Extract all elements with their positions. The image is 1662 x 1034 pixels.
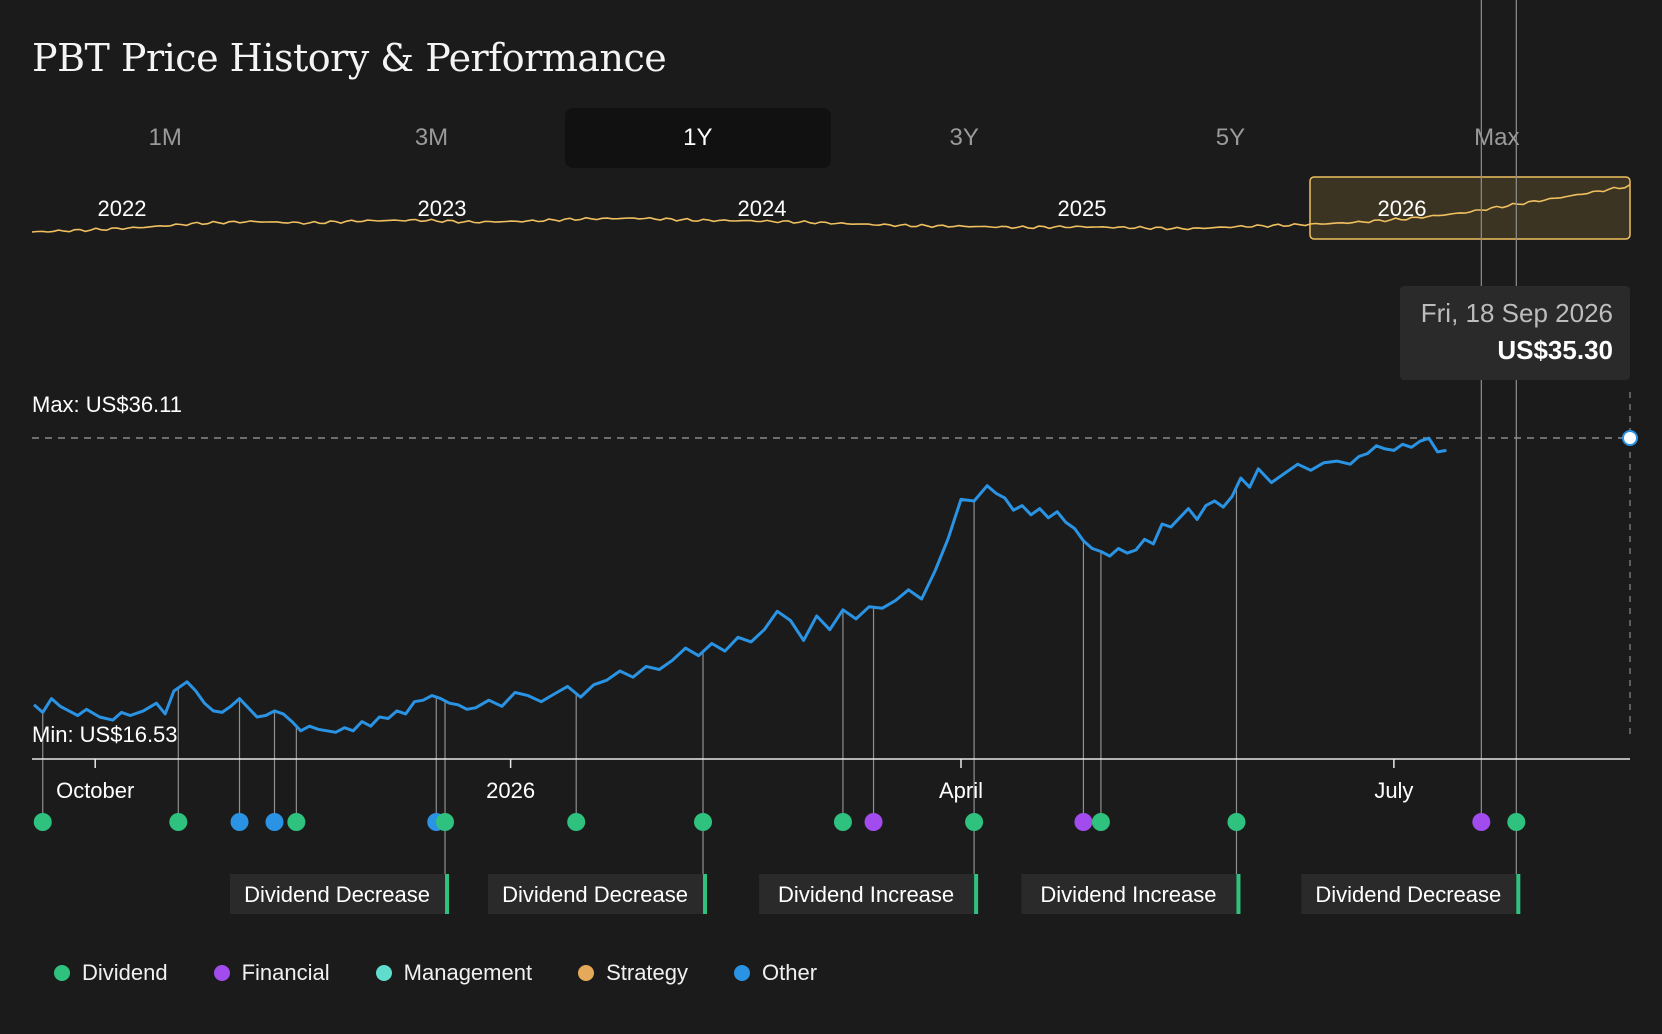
event-dot-dividend [1507,813,1526,831]
x-tick-label: July [1374,778,1413,803]
navigator-year-label: 2026 [1378,196,1427,221]
event-dot-other [265,813,284,831]
other-dot-icon [734,965,751,981]
navigator-year-label: 2025 [1058,196,1107,221]
event-label-accent [974,874,979,914]
legend-item-strategy[interactable]: Strategy [578,960,688,986]
event-label-accent [1236,874,1241,914]
navigator-year-label: 2024 [738,196,787,221]
dividend-dot-icon [54,965,70,981]
event-dot-other [230,813,249,831]
financial-dot-icon [213,965,230,981]
event-label-text: Dividend Increase [778,882,954,907]
event-label[interactable]: Dividend Decrease [488,874,708,914]
event-label[interactable]: Dividend Decrease [230,874,450,914]
event-dot-dividend [694,813,713,831]
event-label-text: Dividend Increase [1040,882,1216,907]
legend-item-dividend[interactable]: Dividend [54,960,168,986]
navigator-year-label: 2022 [98,196,147,221]
navigator-selection [1309,176,1631,240]
x-tick-label: 2026 [486,778,535,803]
event-label-text: Dividend Decrease [1315,882,1501,907]
event-label[interactable]: Dividend Increase [759,874,979,914]
strategy-dot-icon [578,965,595,981]
legend-item-management[interactable]: Management [375,960,533,986]
event-label-text: Dividend Decrease [502,882,688,907]
price-tooltip: Fri, 18 Sep 2026 US$35.30 [1400,286,1630,380]
event-label-accent [1516,874,1521,914]
event-dot-financial [1472,813,1491,831]
event-legend: Dividend Financial Management Strategy O… [54,960,863,986]
event-dot-dividend [833,813,852,831]
management-dot-icon [375,965,392,981]
tooltip-date: Fri, 18 Sep 2026 [1420,298,1613,328]
price-line [33,436,1447,734]
x-tick-label: April [939,778,983,803]
legend-label: Dividend [82,960,168,985]
legend-label: Other [762,960,818,985]
event-dot-financial [864,813,883,831]
legend-item-other[interactable]: Other [734,960,817,986]
x-tick-label: October [56,778,134,803]
legend-label: Strategy [606,960,689,985]
event-label-text: Dividend Decrease [244,882,430,907]
event-dot-financial [1074,813,1093,831]
event-dot-dividend [436,813,455,831]
event-dot-dividend [33,813,52,831]
event-label[interactable]: Dividend Decrease [1301,874,1521,914]
event-dot-dividend [287,813,306,831]
legend-item-financial[interactable]: Financial [213,960,330,986]
event-dot-dividend [169,813,188,831]
tooltip-price: US$35.30 [1497,335,1613,365]
event-label-accent [703,874,708,914]
event-dot-dividend [1227,813,1246,831]
min-price-label: Min: US$16.53 [32,722,178,747]
price-chart[interactable]: 2022 2023 2024 2025 2026 Max: US$36.11 Min: US… [0,0,1662,1034]
navigator-year-label: 2023 [418,196,467,221]
event-dot-dividend [1091,813,1110,831]
event-dot-dividend [567,813,586,831]
event-label-accent [445,874,450,914]
legend-label: Financial [241,960,330,985]
event-label[interactable]: Dividend Increase [1021,874,1241,914]
legend-label: Management [403,960,533,985]
max-price-label: Max: US$36.11 [32,392,182,417]
hover-point [1622,430,1638,446]
event-dot-dividend [965,813,984,831]
